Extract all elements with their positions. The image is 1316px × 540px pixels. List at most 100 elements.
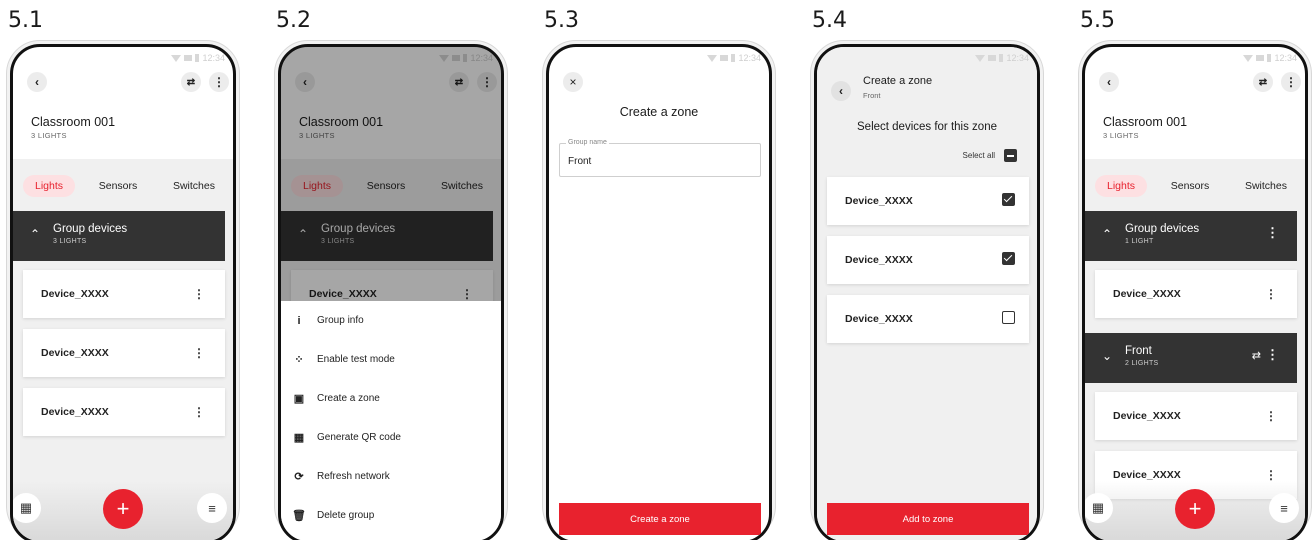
more-options-button[interactable]: ⋮ [209, 72, 229, 92]
add-to-zone-button[interactable]: Add to zone [827, 503, 1029, 535]
zone-menu-button[interactable]: ⋮ [1266, 347, 1279, 363]
device-card[interactable]: Device_XXXX [827, 177, 1029, 225]
more-options-button[interactable]: ⋮ [1281, 72, 1301, 92]
device-menu-button[interactable]: ⋮ [1265, 468, 1277, 482]
filter-button[interactable]: ⇄ [1253, 72, 1273, 92]
menu-icon[interactable]: ≡ [197, 493, 227, 523]
device-card[interactable]: Device_XXXX ⋮ [1095, 270, 1297, 318]
step-label-5: 5.5 [1080, 8, 1115, 33]
field-value: Front [568, 156, 592, 167]
menu-item-label: Generate QR code [317, 432, 401, 443]
group-options-sheet: i Group info ⁘ Enable test mode ▣ Create… [281, 301, 501, 540]
device-name: Device_XXXX [1113, 469, 1181, 481]
menu-item-test-mode[interactable]: ⁘ Enable test mode [281, 340, 501, 379]
signal-icon [720, 55, 729, 61]
group-menu-button[interactable]: ⋮ [1266, 225, 1279, 241]
tab-sensors[interactable]: Sensors [87, 175, 150, 197]
device-checkbox[interactable] [1002, 193, 1015, 206]
device-menu-button[interactable]: ⋮ [1265, 409, 1277, 423]
trash-icon: 🗑 [292, 510, 306, 522]
group-name-field[interactable]: Group name Front [559, 139, 761, 177]
section-heading: Select devices for this zone [857, 121, 997, 133]
building-icon[interactable]: ▦ [1085, 493, 1113, 523]
tune-icon[interactable]: ⇄ [1252, 349, 1261, 362]
device-card[interactable]: Device_XXXX [827, 295, 1029, 343]
device-name: Device_XXXX [845, 195, 913, 207]
status-bar: 12:34 [171, 53, 225, 63]
back-button[interactable]: ‹ [27, 72, 47, 92]
device-menu-button[interactable]: ⋮ [193, 287, 205, 301]
tab-lights[interactable]: Lights [1095, 175, 1148, 197]
group-name: Group devices [1125, 223, 1200, 235]
filter-button[interactable]: ⇄ [181, 72, 201, 92]
menu-item-create-zone[interactable]: ▣ Create a zone [281, 379, 501, 418]
back-button[interactable]: ‹ [831, 81, 851, 101]
device-card[interactable]: Device_XXXX ⋮ [23, 388, 225, 436]
menu-item-refresh-network[interactable]: ⟳ Refresh network [281, 457, 501, 496]
wifi-icon [1243, 54, 1254, 62]
page-subtitle: 3 LIGHTS [1103, 131, 1139, 140]
create-zone-button[interactable]: Create a zone [559, 503, 761, 535]
tab-switches[interactable]: Switches [1233, 175, 1299, 197]
device-menu-button[interactable]: ⋮ [193, 346, 205, 360]
menu-item-label: Create a zone [317, 393, 380, 404]
field-label: Group name [566, 139, 609, 146]
wifi-icon [171, 54, 182, 62]
device-name: Device_XXXX [845, 313, 913, 325]
tab-sensors[interactable]: Sensors [1159, 175, 1222, 197]
back-button[interactable]: ‹ [1099, 72, 1119, 92]
step-label-1: 5.1 [8, 8, 43, 33]
status-time: 12:34 [202, 53, 225, 63]
menu-item-group-info[interactable]: i Group info [281, 301, 501, 340]
zone-header[interactable]: ⌄ Front 2 LIGHTS ⇄ ⋮ [1085, 333, 1297, 383]
wifi-icon [707, 54, 718, 62]
screen-group-menu: 12:34 ‹ ⇄ ⋮ Classroom 001 3 LIGHTS Light… [278, 44, 504, 540]
menu-item-delete-group[interactable]: 🗑 Delete group [281, 496, 501, 535]
screen-room-lights: 12:34 ‹ ⇄ ⋮ Classroom 001 3 LIGHTS Light… [10, 44, 236, 540]
device-card[interactable]: Device_XXXX ⋮ [23, 270, 225, 318]
device-card[interactable]: Device_XXXX ⋮ [1095, 392, 1297, 440]
menu-item-qr-code[interactable]: ▦ Generate QR code [281, 418, 501, 457]
status-time: 12:34 [1274, 53, 1297, 63]
device-name: Device_XXXX [1113, 288, 1181, 300]
select-all-label: Select all [962, 151, 995, 160]
tab-lights[interactable]: Lights [23, 175, 76, 197]
status-bar: 12:34 [1243, 53, 1297, 63]
chevron-up-icon: ⌃ [1102, 227, 1113, 241]
add-button[interactable]: + [103, 489, 143, 529]
tab-switches[interactable]: Switches [161, 175, 227, 197]
status-time: 12:34 [1006, 53, 1029, 63]
device-card[interactable]: Device_XXXX [827, 236, 1029, 284]
tab-bar: Lights Sensors Switches [23, 175, 227, 197]
close-button[interactable]: × [563, 72, 583, 92]
group-header[interactable]: ⌃ Group devices 3 LIGHTS [13, 211, 225, 261]
wifi-icon [975, 54, 986, 62]
device-name: Device_XXXX [845, 254, 913, 266]
chevron-up-icon: ⌃ [30, 227, 41, 241]
screen-room-with-zone: 12:34 ‹ ⇄ ⋮ Classroom 001 3 LIGHTS Light… [1082, 44, 1308, 540]
device-menu-button[interactable]: ⋮ [1265, 287, 1277, 301]
menu-icon[interactable]: ≡ [1269, 493, 1299, 523]
menu-item-label: Delete group [317, 510, 375, 521]
status-time: 12:34 [738, 53, 761, 63]
page-title: Classroom 001 [31, 115, 116, 129]
device-name: Device_XXXX [41, 347, 109, 359]
page-title: Create a zone [619, 105, 699, 119]
device-checkbox[interactable] [1002, 311, 1015, 324]
device-checkbox[interactable] [1002, 252, 1015, 265]
building-icon[interactable]: ▦ [13, 493, 41, 523]
group-count: 3 LIGHTS [53, 238, 87, 245]
menu-item-label: Refresh network [317, 471, 390, 482]
group-header[interactable]: ⌃ Group devices 1 LIGHT ⋮ [1085, 211, 1297, 261]
step-label-4: 5.4 [812, 8, 847, 33]
screen-select-devices: 12:34 ‹ Create a zone Front Select devic… [814, 44, 1040, 540]
info-icon: i [297, 314, 301, 327]
step-label-2: 5.2 [276, 8, 311, 33]
page-title: Classroom 001 [1103, 115, 1188, 129]
device-menu-button[interactable]: ⋮ [193, 405, 205, 419]
select-all-checkbox[interactable] [1004, 149, 1017, 162]
page-title: Create a zone [863, 75, 933, 87]
add-button[interactable]: + [1175, 489, 1215, 529]
status-bar: 12:34 [975, 53, 1029, 63]
device-card[interactable]: Device_XXXX ⋮ [23, 329, 225, 377]
